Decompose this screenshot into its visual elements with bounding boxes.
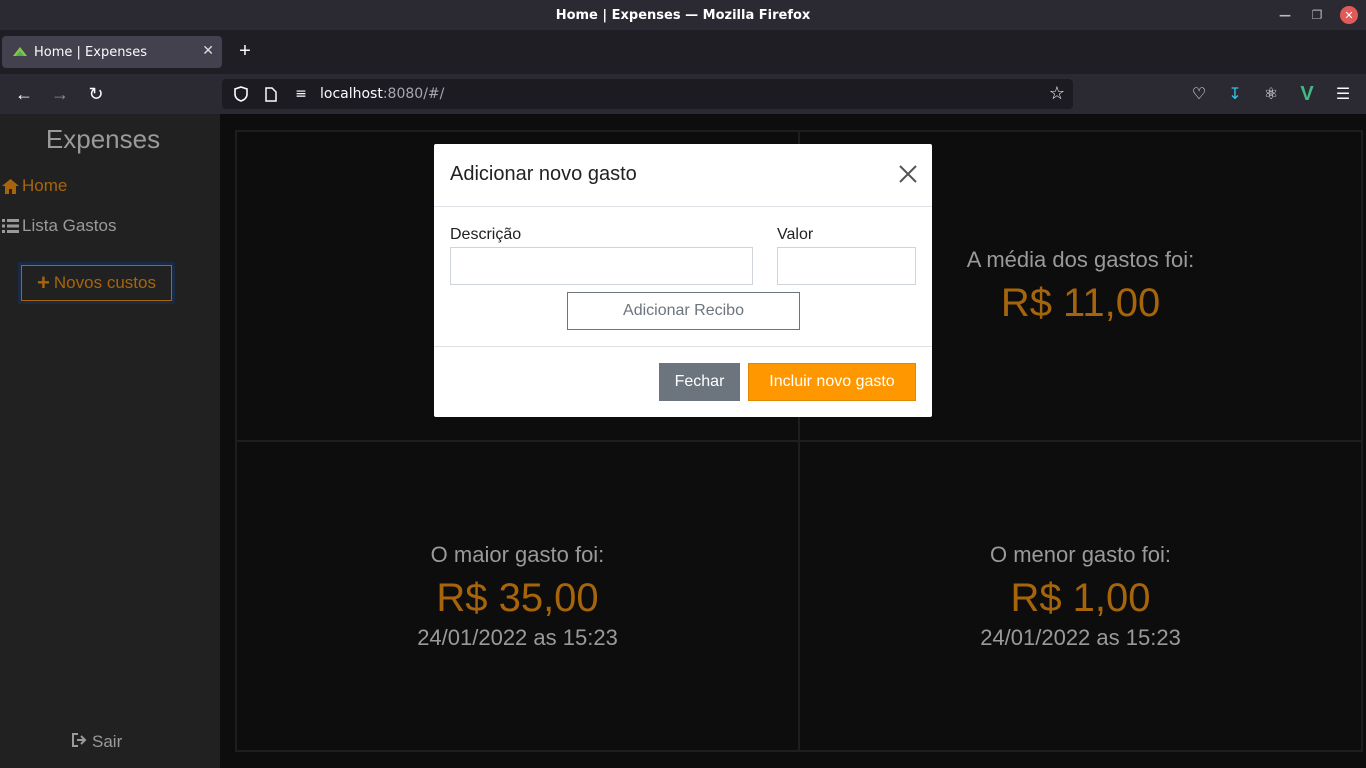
shield-icon[interactable] — [230, 83, 252, 105]
pocket-icon[interactable]: ♡ — [1188, 82, 1210, 106]
window-close-icon[interactable]: ✕ — [1340, 6, 1358, 24]
home-icon — [2, 178, 20, 194]
modal-close-icon[interactable] — [898, 164, 918, 184]
window-title: Home | Expenses — Mozilla Firefox — [555, 7, 811, 23]
tab-title: Home | Expenses — [34, 44, 147, 60]
novos-custos-button-inner[interactable]: + Novos custos — [21, 265, 172, 301]
min-label: O menor gasto foi: — [990, 541, 1171, 567]
tab-bar: Home | Expenses ✕ + — [0, 30, 1366, 74]
sidebar-item-home[interactable]: Home — [2, 176, 67, 196]
window-titlebar: Home | Expenses — Mozilla Firefox — ❐ ✕ — [0, 0, 1366, 30]
sidebar-item-label: Home — [22, 176, 68, 195]
toolbar-right: ♡ ↧ ⚛ V ☰ — [1188, 82, 1354, 106]
min-amount: R$ 1,00 — [1010, 575, 1151, 620]
new-tab-icon[interactable]: + — [234, 40, 256, 62]
close-button[interactable]: Fechar — [659, 363, 740, 401]
average-amount: R$ 11,00 — [1000, 280, 1161, 325]
list-icon — [2, 219, 20, 233]
restore-icon[interactable]: ❐ — [1308, 6, 1326, 24]
max-label: O maior gasto foi: — [430, 541, 605, 567]
modal-body: Descrição Valor Adicionar Recibo — [434, 207, 932, 347]
reload-icon[interactable]: ↻ — [84, 82, 108, 106]
modal-footer: Fechar Incluir novo gasto — [434, 346, 932, 417]
menu-icon[interactable]: ☰ — [1332, 82, 1354, 106]
average-label: A média dos gastos foi: — [966, 246, 1195, 272]
value-label: Valor — [777, 226, 814, 243]
sidebar-item-lista-gastos[interactable]: Lista Gastos — [2, 216, 117, 236]
sidebar-item-label: Lista Gastos — [22, 216, 117, 235]
min-date: 24/01/2022 as 15:23 — [980, 624, 1181, 650]
plus-icon: + — [37, 270, 50, 295]
description-label: Descrição — [450, 226, 522, 243]
add-receipt-button[interactable]: Adicionar Recibo — [567, 292, 800, 330]
max-date: 24/01/2022 as 15:23 — [417, 624, 618, 650]
sidebar: Expenses Home Lista Gastos + Novos custo… — [0, 114, 220, 768]
description-input[interactable] — [450, 247, 753, 285]
max-amount: R$ 35,00 — [436, 575, 599, 620]
window-controls: — ❐ ✕ — [1276, 6, 1358, 24]
forward-icon[interactable]: → — [48, 82, 72, 106]
logout-label: Sair — [92, 732, 123, 751]
nav-bar: ← → ↻ ≡ localhost:8080/#/ ☆ ♡ ↧ ⚛ V ☰ — [0, 74, 1366, 114]
logout-link[interactable]: Sair — [72, 732, 122, 752]
add-expense-modal: Adicionar novo gasto Descrição Valor Adi… — [434, 144, 932, 417]
back-icon[interactable]: ← — [12, 82, 36, 106]
page-icon[interactable] — [260, 83, 282, 105]
stat-card-max: O maior gasto foi: R$ 35,00 24/01/2022 a… — [236, 441, 799, 751]
sign-out-icon — [72, 732, 88, 752]
brand-title: Expenses — [45, 124, 161, 154]
tab-favicon-icon — [13, 47, 27, 56]
react-devtools-icon[interactable]: ⚛ — [1260, 82, 1282, 106]
modal-header: Adicionar novo gasto — [434, 144, 932, 207]
submit-expense-button[interactable]: Incluir novo gasto — [748, 363, 916, 401]
browser-tab[interactable]: Home | Expenses ✕ — [2, 36, 222, 68]
minimize-icon[interactable]: — — [1276, 6, 1294, 24]
bookmark-star-icon[interactable]: ☆ — [1049, 83, 1065, 104]
value-input[interactable] — [777, 247, 916, 285]
download-icon[interactable]: ↧ — [1224, 82, 1246, 106]
modal-title: Adicionar novo gasto — [450, 163, 637, 185]
tab-close-icon[interactable]: ✕ — [202, 43, 214, 59]
stat-card-min: O menor gasto foi: R$ 1,00 24/01/2022 as… — [799, 441, 1362, 751]
url-path: :8080/#/ — [382, 86, 445, 102]
url-bar[interactable]: ≡ localhost:8080/#/ ☆ — [222, 79, 1073, 109]
novos-custos-button[interactable]: + Novos custos — [18, 262, 175, 304]
permissions-icon[interactable]: ≡ — [290, 83, 312, 105]
novos-custos-label: Novos custos — [53, 273, 156, 292]
vue-devtools-icon[interactable]: V — [1296, 82, 1318, 106]
url-host: localhost — [320, 86, 383, 102]
